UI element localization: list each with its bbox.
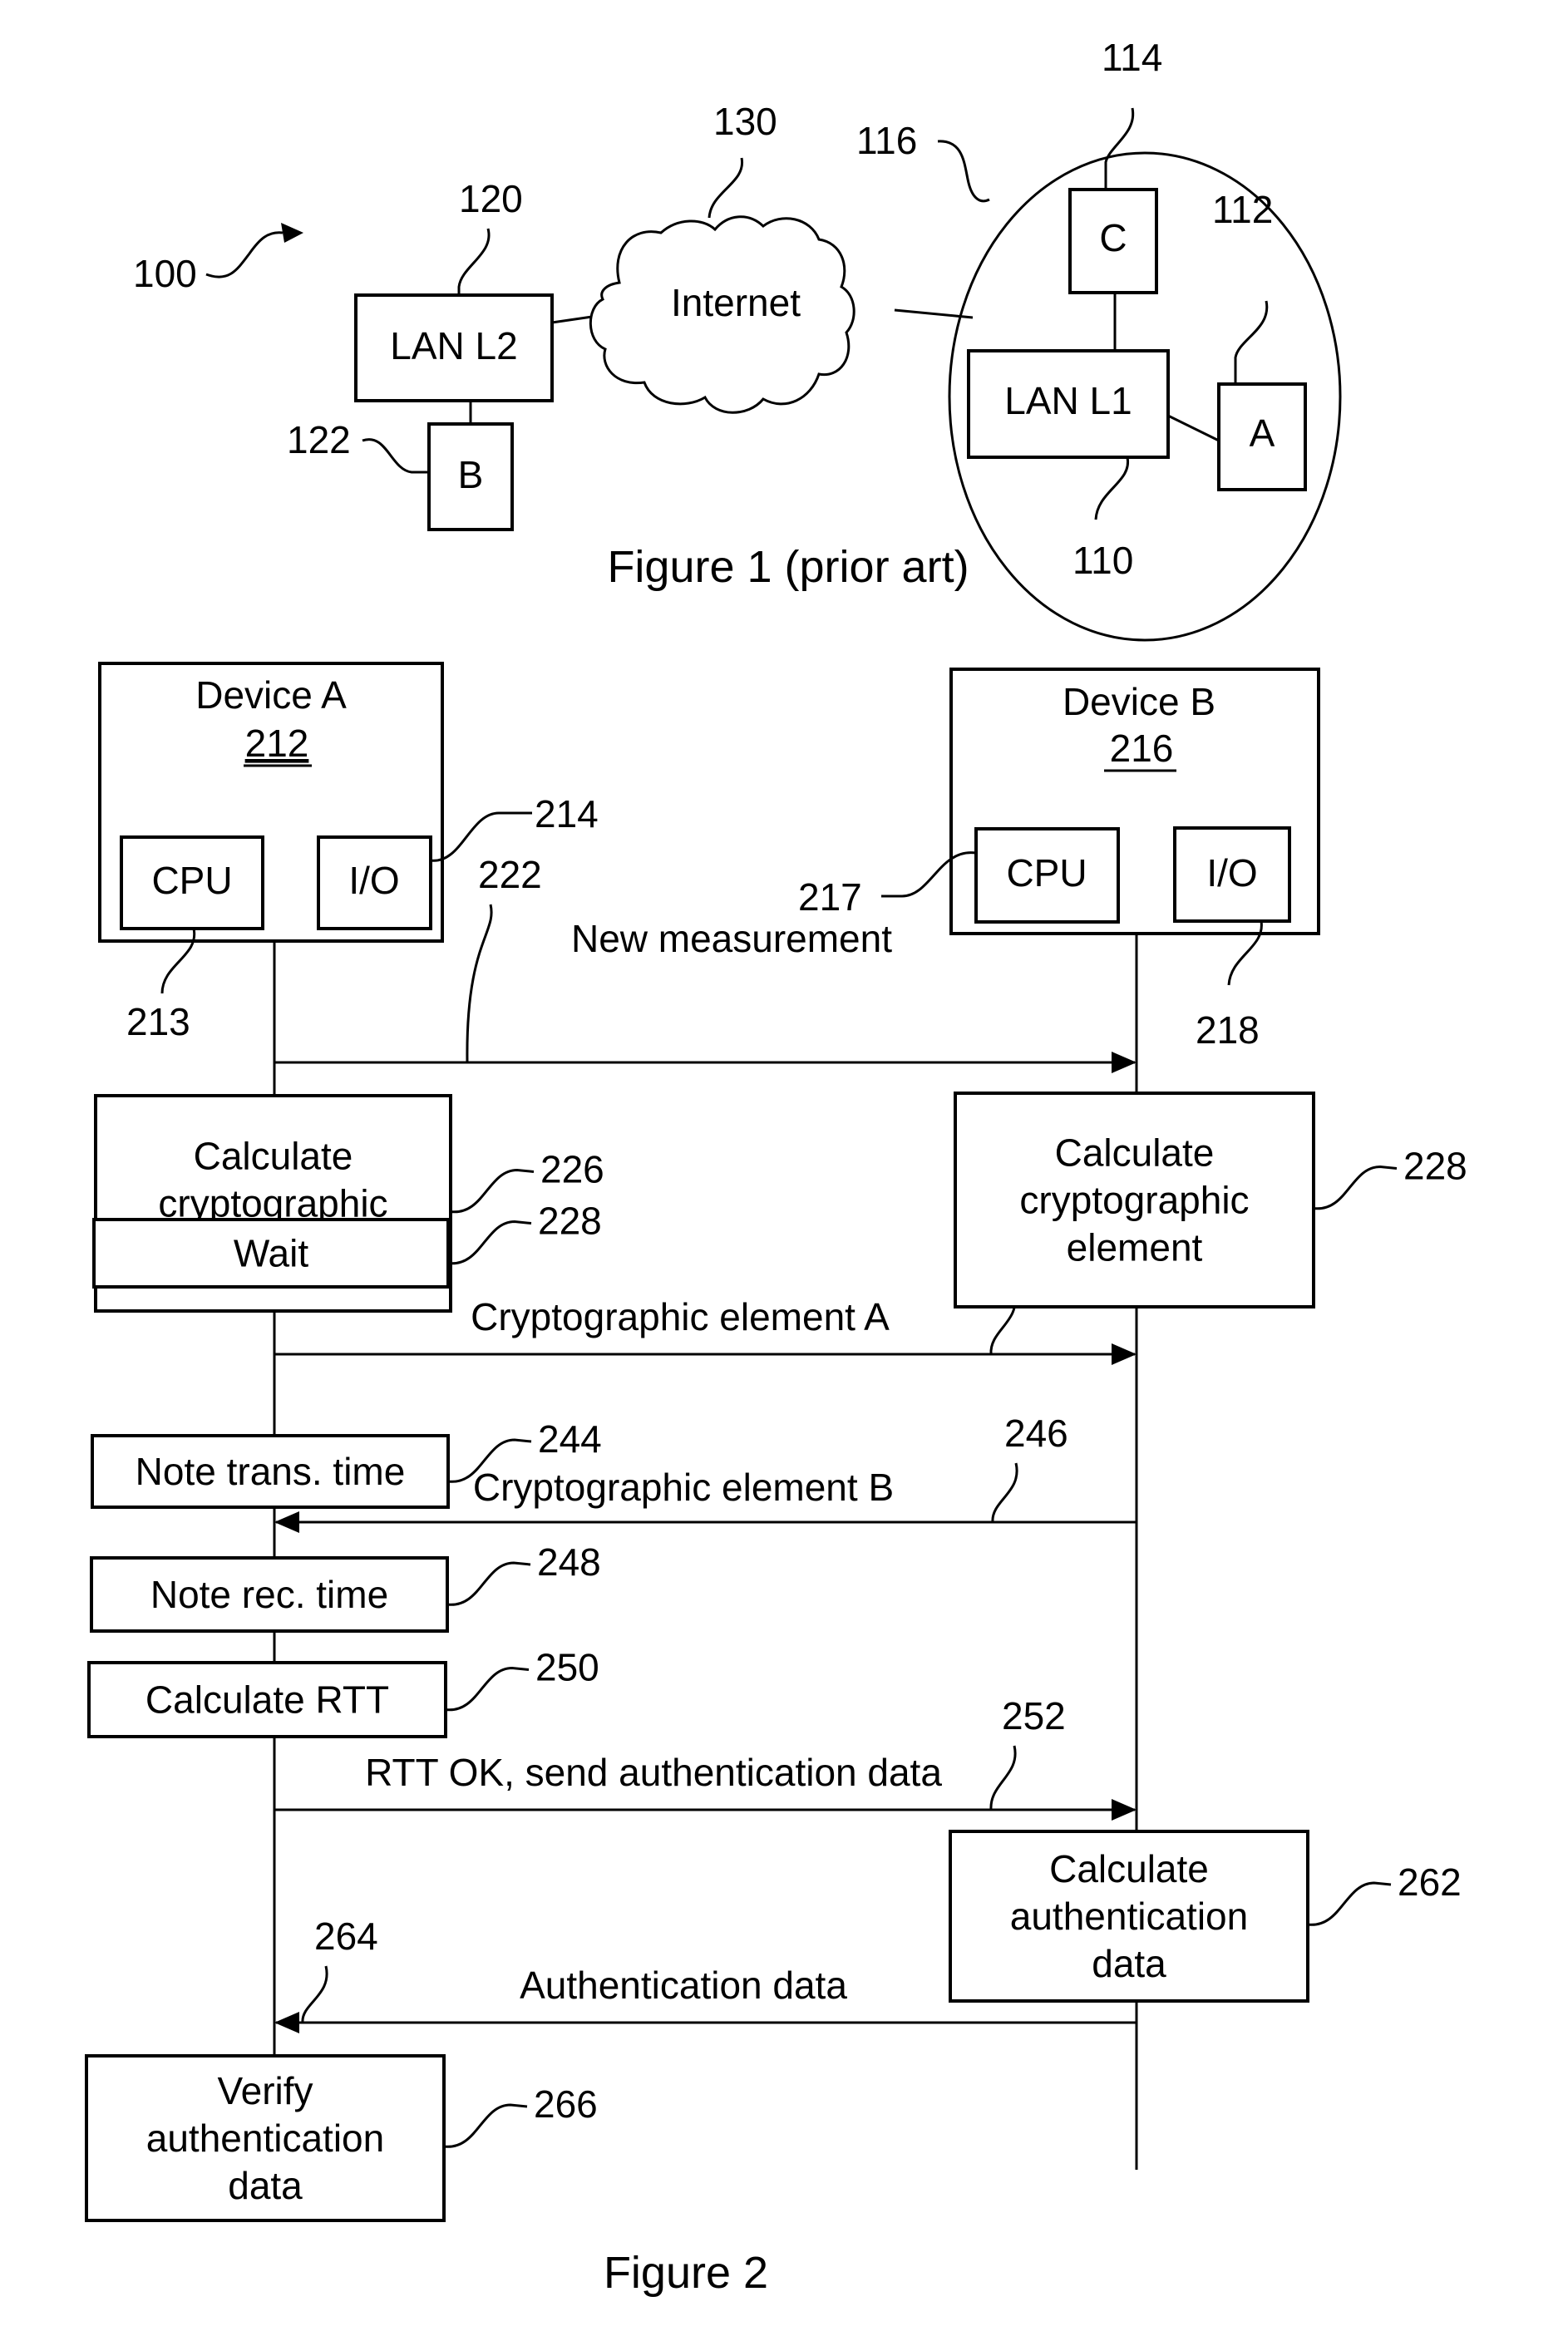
device-c-label: C [1099, 216, 1127, 259]
step-label: authentication [1010, 1895, 1248, 1938]
device-a-title: Device A [195, 673, 347, 717]
leader-116 [937, 140, 990, 203]
message-leader [989, 1745, 1017, 1811]
ref-110: 110 [1072, 539, 1133, 582]
step-label: data [1092, 1942, 1166, 1985]
link-l1-a [1167, 414, 1220, 442]
message-ref: 222 [478, 853, 542, 896]
ref-217: 217 [798, 875, 862, 919]
process-step: Calculate RTT 250 [87, 1646, 599, 1738]
device-b-label: B [458, 453, 484, 496]
leader-122 [362, 438, 429, 474]
message-leader [301, 1965, 328, 2023]
step-ref: 266 [534, 2082, 598, 2126]
arrowhead-100-icon [281, 223, 303, 243]
step-ref: 250 [535, 1646, 599, 1689]
device-a-ref: 212 [245, 722, 309, 765]
step-label: Verify [217, 2069, 313, 2112]
step-leader [450, 1168, 535, 1214]
ref-218: 218 [1196, 1008, 1260, 1052]
device-a-cpu-label: CPU [151, 859, 232, 902]
message-leader [991, 1462, 1018, 1523]
ref-130: 130 [713, 100, 777, 143]
ref-112: 112 [1212, 188, 1273, 231]
arrowhead-icon [274, 1511, 299, 1533]
ref-213: 213 [126, 1000, 190, 1043]
step-label: Calculate [1049, 1847, 1209, 1890]
step-label: element [1067, 1226, 1203, 1269]
device-b-cpu-label: CPU [1006, 851, 1087, 894]
device-b-title: Device B [1063, 680, 1215, 723]
step-label: Calculate [194, 1135, 353, 1178]
leader-100 [205, 231, 284, 278]
step-leader [445, 1666, 530, 1712]
device-a-io-label: I/O [348, 859, 399, 902]
step-leader [446, 1561, 531, 1606]
step-label: Note trans. time [136, 1450, 406, 1493]
step-ref: 226 [540, 1148, 604, 1191]
message-ref: 252 [1002, 1694, 1066, 1737]
step-label: Note rec. time [150, 1573, 388, 1616]
step-ref: 228 [538, 1200, 602, 1243]
device-b-io-label: I/O [1206, 851, 1257, 894]
arrowhead-icon [274, 2012, 299, 2033]
arrowhead-icon [1112, 1052, 1137, 1073]
step-leader [443, 2103, 528, 2148]
process-step: Calculate authenticationdata 262 [949, 1830, 1462, 2003]
ref-100: 100 [133, 252, 197, 295]
leader-114 [1104, 107, 1135, 190]
leader-110 [1094, 456, 1130, 520]
figure-1: 100 120 LAN L2 B 122 Internet 130 116 11… [133, 36, 1342, 642]
ref-214: 214 [535, 792, 599, 835]
step-leader [1313, 1165, 1398, 1210]
message-leader [466, 904, 493, 1063]
step-ref: 244 [538, 1417, 602, 1461]
leader-112 [1234, 300, 1269, 384]
step-label: Wait [234, 1232, 309, 1275]
ref-114: 114 [1102, 36, 1162, 79]
lan-l2-label: LAN L2 [390, 324, 517, 367]
internet-label: Internet [671, 281, 801, 324]
step-leader [1307, 1881, 1392, 1926]
message-ref: 264 [314, 1915, 378, 1958]
message-label: New measurement [571, 917, 892, 960]
arrowhead-icon [1112, 1343, 1137, 1365]
process-step: Note rec. time 248 [90, 1540, 601, 1633]
step-leader [447, 1220, 532, 1265]
message-label: Cryptographic element B [473, 1466, 894, 1509]
step-label: data [228, 2164, 303, 2207]
patent-drawing: 100 120 LAN L2 B 122 Internet 130 116 11… [85, 36, 1467, 2298]
arrowhead-icon [1112, 1799, 1137, 1821]
figure-1-caption: Figure 1 (prior art) [607, 542, 969, 592]
process-step: Calculatecryptographicelement 228 [954, 1092, 1467, 1308]
ref-122: 122 [287, 418, 351, 461]
device-b-ref: 216 [1110, 727, 1174, 770]
step-ref: 228 [1403, 1145, 1467, 1188]
step-label: Calculate RTT [145, 1678, 389, 1722]
lan-l1-label: LAN L1 [1004, 379, 1132, 422]
step-label: cryptographic [1019, 1179, 1249, 1222]
link-l2-internet [551, 315, 593, 324]
device-a-label: A [1250, 412, 1275, 455]
ref-116: 116 [856, 119, 917, 162]
figure-2: Device A 212 CPU I/O 214 213 Device B 21… [85, 662, 1467, 2298]
leader-130 [708, 157, 743, 219]
leader-120 [457, 228, 491, 295]
figure-2-caption: Figure 2 [604, 2248, 768, 2298]
step-label: authentication [146, 2117, 384, 2160]
step-ref: 262 [1398, 1860, 1462, 1904]
step-ref: 248 [537, 1540, 601, 1584]
ref-120: 120 [459, 177, 523, 220]
process-step: Verify authenticationdata 266 [85, 2054, 598, 2222]
message-ref: 246 [1004, 1412, 1068, 1455]
step-label: Calculate [1055, 1131, 1215, 1175]
message-label: RTT OK, send authentication data [365, 1751, 942, 1794]
message-label: Authentication data [520, 1964, 847, 2007]
message-label: Cryptographic element A [471, 1295, 890, 1338]
